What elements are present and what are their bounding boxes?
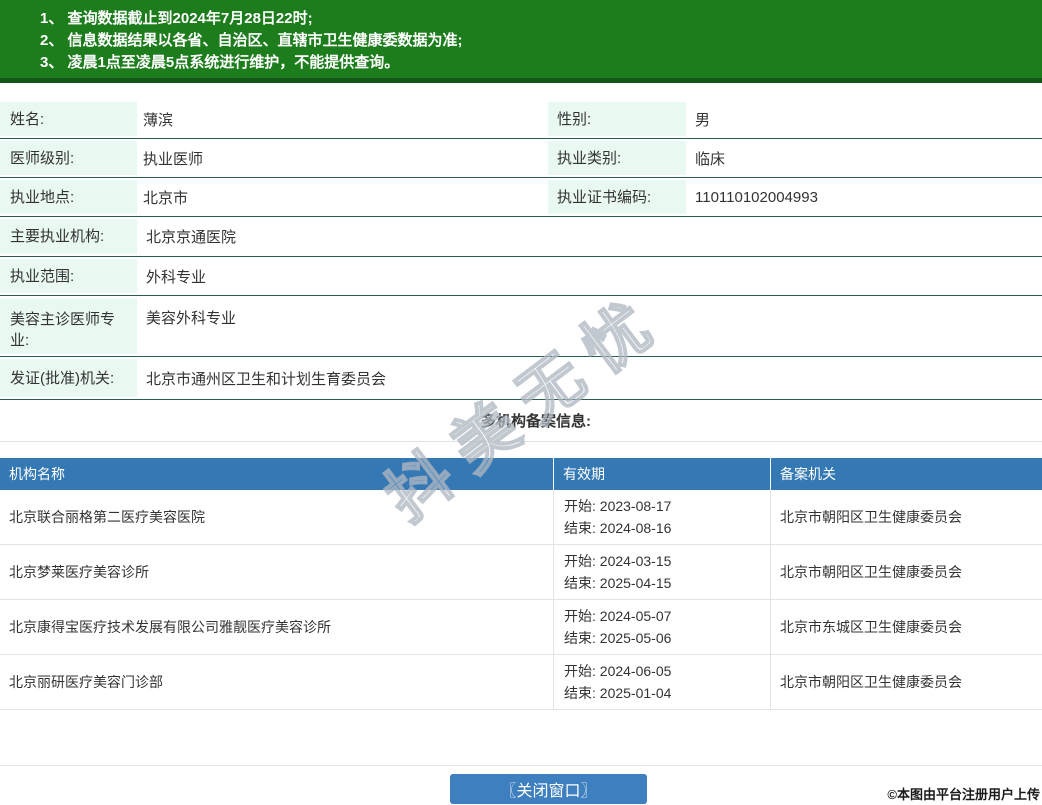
- query-result-page: 1、 查询数据截止到2024年7月28日22时; 2、 信息数据结果以各省、自治…: [0, 0, 1042, 805]
- gender-value: 男: [695, 111, 711, 129]
- table-row: 北京丽研医疗美容门诊部 开始: 2024-06-05 结束: 2025-01-0…: [0, 655, 1042, 710]
- practice-category-value: 临床: [695, 150, 726, 168]
- close-window-button[interactable]: 〖关闭窗口〗: [450, 774, 647, 804]
- main-institution-label: 主要执业机构:: [0, 219, 137, 254]
- doctor-level-label: 医师级别:: [0, 141, 137, 175]
- practice-scope-value: 外科专业: [146, 268, 207, 286]
- certificate-number-value: 110110102004993: [695, 188, 818, 206]
- issuing-authority-value: 北京市通州区卫生和计划生育委员会: [146, 370, 387, 388]
- table-row: 北京联合丽格第二医疗美容医院 开始: 2023-08-17 结束: 2024-0…: [0, 490, 1042, 545]
- registration-table: 机构名称 有效期 备案机关 北京联合丽格第二医疗美容医院 开始: 2023-08…: [0, 458, 1042, 710]
- institution-name: 北京康得宝医疗技术发展有限公司雅靓医疗美容诊所: [9, 619, 331, 635]
- institution-name: 北京丽研医疗美容门诊部: [9, 674, 163, 690]
- info-row-level-category: 医师级别: 执业医师 执业类别: 临床: [0, 139, 1042, 178]
- table-row: 北京康得宝医疗技术发展有限公司雅靓医疗美容诊所 开始: 2024-05-07 结…: [0, 600, 1042, 655]
- info-row-practice-scope: 执业范围: 外科专业: [0, 257, 1042, 296]
- info-row-location-certificate: 执业地点: 北京市 执业证书编码: 110110102004993: [0, 178, 1042, 217]
- practice-location-label: 执业地点:: [0, 180, 137, 214]
- certificate-number-label: 执业证书编码:: [548, 180, 686, 214]
- practice-scope-label: 执业范围:: [0, 259, 137, 293]
- validity-end: 结束: 2024-08-16: [564, 520, 672, 536]
- registration-table-header: 机构名称 有效期 备案机关: [0, 458, 1042, 490]
- column-header-validity: 有效期: [553, 458, 770, 490]
- notice-line-2: 2、 信息数据结果以各省、自治区、直辖市卫生健康委数据为准;: [40, 32, 463, 49]
- validity-start: 开始: 2024-03-15: [564, 553, 672, 569]
- issuing-authority-label: 发证(批准)机关:: [0, 359, 137, 397]
- validity-end: 结束: 2025-01-04: [564, 685, 672, 701]
- practice-category-label: 执业类别:: [548, 141, 686, 175]
- validity-period: 开始: 2024-03-15 结束: 2025-04-15: [553, 545, 770, 599]
- info-row-cosmetic-specialty: 美容主诊医师专业: 美容外科专业: [0, 296, 1042, 357]
- info-row-main-institution: 主要执业机构: 北京京通医院: [0, 217, 1042, 257]
- filing-authority: 北京市朝阳区卫生健康委员会: [770, 655, 1042, 709]
- validity-start: 开始: 2023-08-17: [564, 498, 672, 514]
- validity-start: 开始: 2024-06-05: [564, 663, 672, 679]
- validity-start: 开始: 2024-05-07: [564, 608, 672, 624]
- filing-authority: 北京市朝阳区卫生健康委员会: [770, 545, 1042, 599]
- institution-name: 北京梦莱医疗美容诊所: [9, 564, 149, 580]
- notice-line-1: 1、 查询数据截止到2024年7月28日22时;: [40, 10, 313, 27]
- notice-line-3: 3、 凌晨1点至凌晨5点系统进行维护，不能提供查询。: [40, 54, 400, 71]
- cosmetic-specialty-value: 美容外科专业: [146, 310, 237, 327]
- validity-period: 开始: 2023-08-17 结束: 2024-08-16: [553, 490, 770, 544]
- filing-authority: 北京市东城区卫生健康委员会: [770, 600, 1042, 654]
- name-value: 薄滨: [143, 111, 174, 129]
- info-row-name-gender: 姓名: 薄滨 性别: 男: [0, 100, 1042, 139]
- column-header-authority: 备案机关: [770, 458, 1042, 490]
- name-label: 姓名:: [0, 102, 137, 136]
- copyright-note: ©本图由平台注册用户上传: [887, 787, 1040, 802]
- cosmetic-specialty-label: 美容主诊医师专业:: [0, 298, 137, 354]
- filing-authority: 北京市朝阳区卫生健康委员会: [770, 490, 1042, 544]
- main-institution-value: 北京京通医院: [146, 229, 237, 246]
- validity-period: 开始: 2024-05-07 结束: 2025-05-06: [553, 600, 770, 654]
- divider: [0, 765, 1042, 766]
- validity-end: 结束: 2025-05-06: [564, 630, 672, 646]
- validity-period: 开始: 2024-06-05 结束: 2025-01-04: [553, 655, 770, 709]
- column-header-institution: 机构名称: [9, 466, 65, 482]
- validity-end: 结束: 2025-04-15: [564, 575, 672, 591]
- practice-location-value: 北京市: [143, 189, 189, 207]
- multi-institution-section-title: 多机构备案信息:: [0, 400, 1042, 442]
- doctor-info-table: 姓名: 薄滨 性别: 男 医师级别: 执业医师 执业类别: 临床 执业地点: 北…: [0, 100, 1042, 400]
- info-row-issuing-authority: 发证(批准)机关: 北京市通州区卫生和计划生育委员会: [0, 357, 1042, 400]
- table-row: 北京梦莱医疗美容诊所 开始: 2024-03-15 结束: 2025-04-15…: [0, 545, 1042, 600]
- gender-label: 性别:: [548, 102, 686, 136]
- institution-name: 北京联合丽格第二医疗美容医院: [9, 509, 205, 525]
- doctor-level-value: 执业医师: [143, 150, 204, 168]
- notice-banner: 1、 查询数据截止到2024年7月28日22时; 2、 信息数据结果以各省、自治…: [0, 0, 1042, 83]
